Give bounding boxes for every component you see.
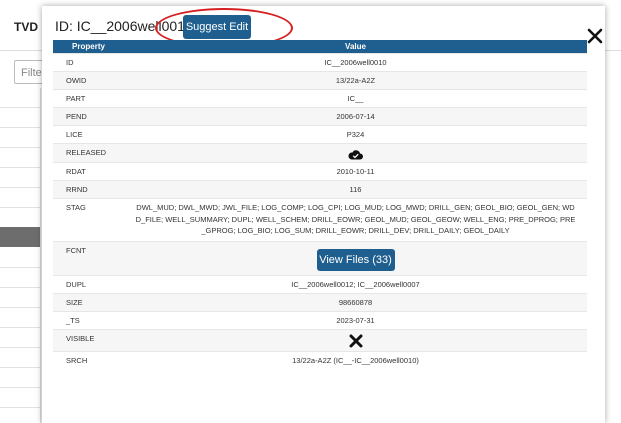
properties-table: Property Value ID IC__2006well0010 OWID … xyxy=(53,40,587,369)
grid-row-line xyxy=(0,147,40,148)
property-value: 2010-10-11 xyxy=(124,162,587,181)
table-row: DUPL IC__2006well0012; IC__2006well0007 xyxy=(53,275,587,294)
grid-row-line xyxy=(0,307,40,308)
grid-row-line xyxy=(0,347,40,348)
table-row: RELEASED xyxy=(53,143,587,163)
modal-title: ID: IC__2006well0010 xyxy=(55,18,193,34)
background-grid xyxy=(0,88,41,423)
table-row: _TS 2023-07-31 xyxy=(53,311,587,330)
property-key: PART xyxy=(53,89,124,108)
table-row: PEND 2006-07-14 xyxy=(53,107,587,126)
property-value: 116 xyxy=(124,180,587,199)
table-row: RRND 116 xyxy=(53,180,587,199)
property-key: RDAT xyxy=(53,162,124,181)
property-key: VISIBLE xyxy=(53,329,124,352)
property-value: P324 xyxy=(124,125,587,144)
property-key: FCNT xyxy=(53,241,124,276)
table-row: PART IC__ xyxy=(53,89,587,108)
properties-modal: ID: IC__2006well0010 Suggest Edit Proper… xyxy=(42,6,605,423)
table-row: SIZE 98660878 xyxy=(53,293,587,312)
table-row: SRCH 13/22a-A2Z (IC__-IC__2006well0010) xyxy=(53,351,587,369)
value-header: Value xyxy=(124,40,587,54)
grid-row-line xyxy=(0,207,40,208)
property-value: 2006-07-14 xyxy=(124,107,587,126)
selected-grid-row[interactable] xyxy=(0,227,40,247)
cross-icon xyxy=(349,334,363,350)
table-row: ID IC__2006well0010 xyxy=(53,53,587,72)
property-value: View Files (33) xyxy=(124,241,587,276)
property-value: 13/22a-A2Z (IC__-IC__2006well0010) xyxy=(124,351,587,369)
property-value: 13/22a-A2Z xyxy=(124,71,587,90)
cloud-check-icon xyxy=(348,150,363,162)
grid-row-line xyxy=(0,267,40,268)
property-key: LICE xyxy=(53,125,124,144)
property-key: PEND xyxy=(53,107,124,126)
grid-row-line xyxy=(0,187,40,188)
grid-row-line xyxy=(0,127,40,128)
table-row: FCNT View Files (33) xyxy=(53,241,587,276)
property-value xyxy=(124,329,587,352)
property-header: Property xyxy=(53,40,124,54)
property-key: SRCH xyxy=(53,351,124,369)
property-value: 98660878 xyxy=(124,293,587,312)
grid-row-line xyxy=(0,367,40,368)
suggest-edit-button[interactable]: Suggest Edit xyxy=(183,15,251,39)
property-key: RELEASED xyxy=(53,143,124,163)
property-key: RRND xyxy=(53,180,124,199)
property-value: 2023-07-31 xyxy=(124,311,587,330)
table-row: OWID 13/22a-A2Z xyxy=(53,71,587,90)
table-row: LICE P324 xyxy=(53,125,587,144)
grid-row-line xyxy=(0,327,40,328)
property-value xyxy=(124,143,587,163)
view-files-button[interactable]: View Files (33) xyxy=(316,249,395,271)
close-icon[interactable] xyxy=(587,28,603,44)
property-value: IC__ xyxy=(124,89,587,108)
property-key: OWID xyxy=(53,71,124,90)
grid-row-line xyxy=(0,167,40,168)
grid-row-line xyxy=(0,107,40,108)
table-row: RDAT 2010-10-11 xyxy=(53,162,587,181)
grid-row-line xyxy=(0,287,40,288)
property-value: IC__2006well0010 xyxy=(124,53,587,72)
grid-row-line xyxy=(0,387,40,388)
property-value: DWL_MUD; DWL_MWD; JWL_FILE; LOG_COMP; LO… xyxy=(124,198,587,242)
property-key: ID xyxy=(53,53,124,72)
property-key: STAG xyxy=(53,198,124,242)
property-key: SIZE xyxy=(53,293,124,312)
table-row: VISIBLE xyxy=(53,329,587,352)
property-key: DUPL xyxy=(53,275,124,294)
table-row: STAG DWL_MUD; DWL_MWD; JWL_FILE; LOG_COM… xyxy=(53,198,587,242)
property-key: _TS xyxy=(53,311,124,330)
property-value: IC__2006well0012; IC__2006well0007 xyxy=(124,275,587,294)
grid-row-line xyxy=(0,407,40,408)
